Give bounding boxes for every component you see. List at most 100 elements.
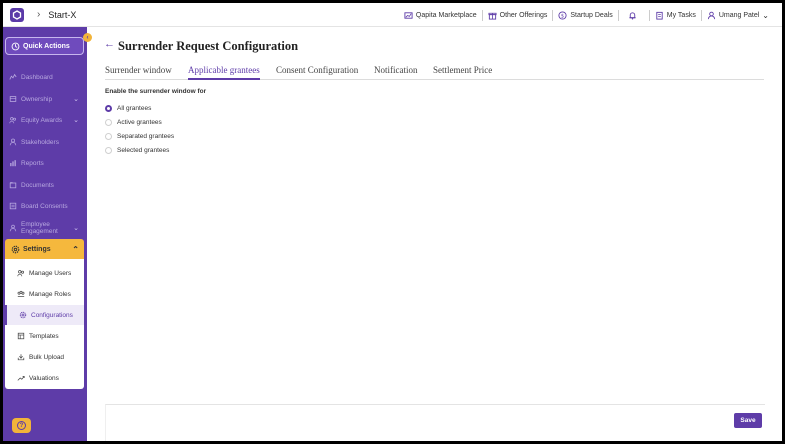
user-menu[interactable]: Umang Patel ⌄ (702, 11, 774, 20)
save-button[interactable]: Save (734, 413, 762, 428)
notifications-button[interactable] (619, 11, 649, 20)
radio-label: All grantees (117, 105, 152, 112)
submenu-item-manage-users[interactable]: Manage Users (5, 263, 84, 283)
app-window: › Start-X Qapita Marketplace Other Offer… (3, 3, 782, 441)
sidebar-item-equity-awards[interactable]: Equity Awards ⌄ (3, 113, 87, 127)
gear-icon (11, 245, 20, 253)
radio-all-grantees[interactable]: All grantees (105, 105, 151, 112)
radio-separated-grantees[interactable]: Separated grantees (105, 133, 174, 140)
radio-label: Selected grantees (117, 147, 170, 154)
submenu-item-label: Manage Roles (29, 290, 71, 298)
submenu-item-label: Configurations (31, 311, 73, 319)
sidebar-item-settings[interactable]: Settings ⌃ (5, 239, 84, 259)
chevron-down-icon: ⌄ (73, 117, 79, 124)
marketplace-icon (404, 11, 413, 19)
section-label: Enable the surrender window for (105, 88, 207, 95)
sidebar-item-documents[interactable]: Documents (3, 178, 87, 192)
submenu-item-configurations[interactable]: Configurations (5, 305, 84, 325)
board-icon (9, 202, 17, 210)
radio-label: Active grantees (117, 119, 162, 126)
settings-label: Settings (23, 245, 51, 253)
help-button[interactable]: ? (12, 418, 31, 433)
sidebar-item-label: Board Consents (21, 202, 68, 210)
dollar-circle-icon: $ (558, 10, 567, 20)
roles-icon (17, 290, 25, 297)
submenu-item-label: Manage Users (29, 269, 72, 277)
chart-line-icon (9, 73, 17, 80)
person-icon (9, 138, 17, 146)
document-icon (9, 182, 17, 189)
radio-unselected-icon[interactable] (105, 147, 112, 154)
submenu-item-bulk-upload[interactable]: Bulk Upload (5, 347, 84, 367)
settings-submenu: Manage Users Manage Roles Configurations… (5, 259, 84, 389)
upload-icon (17, 354, 25, 361)
sidebar-item-label: Equity Awards (21, 116, 63, 124)
tab-surrender-window[interactable]: Surrender window (105, 65, 172, 80)
my-tasks-label: My Tasks (666, 11, 696, 19)
radio-selected-icon[interactable] (105, 105, 112, 112)
collapse-sidebar-button[interactable]: ‹ (83, 33, 92, 42)
chevron-right-icon: › (37, 9, 41, 20)
user-icon (707, 11, 715, 19)
marketplace-link[interactable]: Qapita Marketplace (399, 11, 482, 20)
equity-icon (9, 117, 16, 124)
radio-label: Separated grantees (117, 133, 175, 140)
valuation-icon (17, 376, 25, 381)
submenu-item-label: Valuations (29, 374, 59, 382)
page-title: Surrender Request Configuration (118, 39, 299, 53)
startup-deals-label: Startup Deals (570, 11, 613, 19)
main-content: ← Surrender Request Configuration Surren… (87, 27, 782, 441)
chevron-down-icon: ⌄ (73, 224, 79, 232)
chevron-down-icon: ⌄ (762, 10, 769, 20)
tab-applicable-grantees[interactable]: Applicable grantees (188, 65, 260, 80)
radio-active-grantees[interactable]: Active grantees (105, 119, 162, 126)
sidebar-item-ownership[interactable]: Ownership ⌄ (3, 92, 87, 106)
hexagon-icon (12, 9, 22, 20)
company-name[interactable]: Start-X (48, 10, 76, 20)
radio-unselected-icon[interactable] (105, 119, 112, 126)
sidebar-item-label: Documents (21, 181, 54, 189)
svg-text:$: $ (561, 13, 564, 19)
sidebar-item-employee-engagement[interactable]: Employee Engagement ⌄ (3, 219, 87, 237)
my-tasks-link[interactable]: My Tasks (650, 11, 701, 20)
radio-unselected-icon[interactable] (105, 133, 112, 140)
radio-selected-grantees[interactable]: Selected grantees (105, 147, 169, 154)
clipboard-icon (656, 11, 663, 20)
quick-actions-label: Quick Actions (23, 42, 70, 50)
qapita-logo[interactable] (10, 7, 24, 22)
ownership-icon (9, 96, 17, 102)
chevron-down-icon: ⌄ (73, 96, 79, 103)
sidebar-item-label: Reports (21, 159, 44, 167)
sidebar-item-board-consents[interactable]: Board Consents (3, 199, 87, 213)
startup-deals-link[interactable]: $ Startup Deals (553, 10, 617, 20)
gear-icon (19, 311, 27, 319)
submenu-item-templates[interactable]: Templates (5, 326, 84, 346)
footer-bar: Save (105, 404, 765, 441)
quick-actions-button[interactable]: Quick Actions (5, 37, 84, 55)
sidebar-item-label: Stakeholders (21, 138, 59, 146)
chevron-up-icon: ⌃ (72, 244, 79, 254)
marketplace-label: Qapita Marketplace (415, 11, 477, 19)
sidebar-item-dashboard[interactable]: Dashboard (3, 70, 87, 84)
tab-bar: Surrender window Applicable grantees Con… (105, 62, 764, 80)
submenu-item-label: Templates (29, 332, 59, 340)
sidebar-item-label: Employee Engagement (21, 221, 58, 235)
bar-chart-icon (10, 160, 16, 167)
user-name: Umang Patel (718, 11, 760, 19)
other-offerings-link[interactable]: Other Offerings (483, 11, 553, 20)
template-icon (17, 332, 25, 340)
tab-notification[interactable]: Notification (374, 65, 418, 80)
sidebar-item-stakeholders[interactable]: Stakeholders (3, 135, 87, 149)
submenu-item-valuations[interactable]: Valuations (5, 368, 84, 388)
sidebar-item-reports[interactable]: Reports (3, 156, 87, 170)
bell-icon (629, 11, 636, 20)
back-arrow-icon[interactable]: ← (104, 38, 115, 50)
sidebar-item-label: Ownership (21, 95, 53, 103)
tab-consent-configuration[interactable]: Consent Configuration (276, 65, 358, 80)
engagement-icon (9, 224, 17, 232)
tab-settlement-price[interactable]: Settlement Price (433, 65, 492, 80)
top-bar: › Start-X Qapita Marketplace Other Offer… (3, 3, 782, 27)
submenu-item-label: Bulk Upload (29, 353, 65, 361)
other-offerings-label: Other Offerings (499, 11, 548, 19)
submenu-item-manage-roles[interactable]: Manage Roles (5, 284, 84, 304)
